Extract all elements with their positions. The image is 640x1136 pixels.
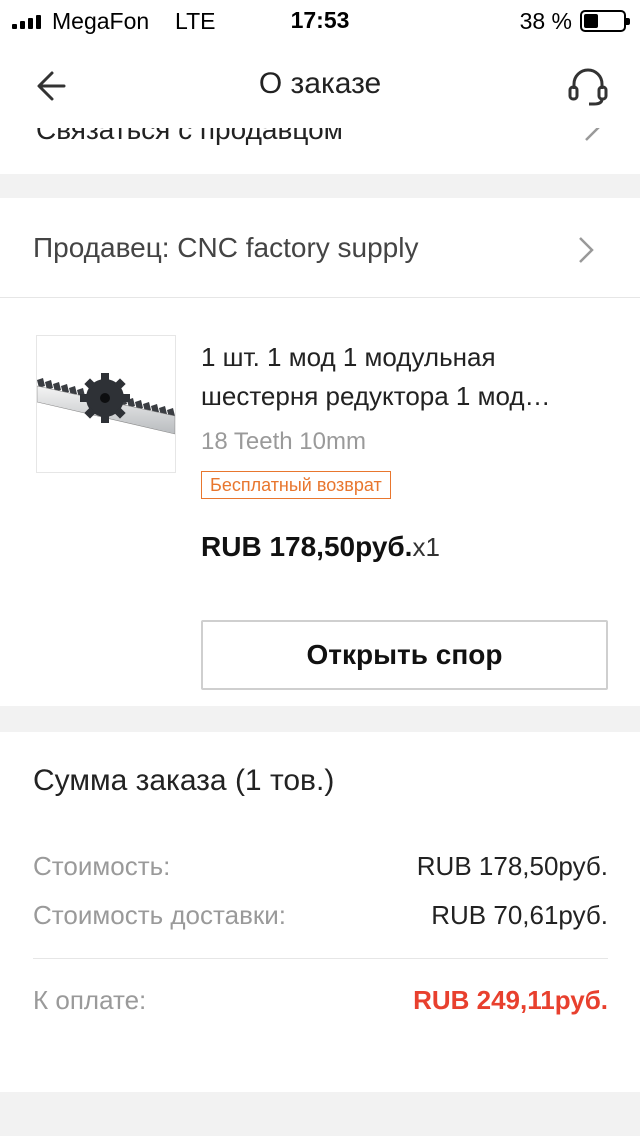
seller-name: Продавец: CNC factory supply xyxy=(33,232,419,263)
top-navigation-bar: О заказе xyxy=(0,42,640,128)
order-summary: Сумма заказа (1 тов.) Стоимость: RUB 178… xyxy=(0,732,640,1092)
battery-level xyxy=(584,14,599,28)
subtotal-row: Стоимость: RUB 178,50руб. xyxy=(33,851,608,891)
price-line: RUB 178,50руб.x1 xyxy=(201,531,440,563)
product-image[interactable] xyxy=(36,335,176,473)
product-title[interactable]: 1 шт. 1 мод 1 модульная шестерня редукто… xyxy=(201,338,611,416)
battery-percent: 38 % xyxy=(519,8,572,34)
subtotal-value: RUB 178,50руб. xyxy=(416,851,608,881)
shipping-row: Стоимость доставки: RUB 70,61руб. xyxy=(33,900,608,940)
open-dispute-button[interactable]: Открыть спор xyxy=(201,620,608,690)
product-quantity: x1 xyxy=(412,532,440,562)
status-bar: MegaFon LTE 17:53 38 % xyxy=(0,0,640,42)
summary-title: Сумма заказа (1 тов.) xyxy=(33,764,335,797)
total-label: К оплате: xyxy=(33,985,147,1015)
gear-rack-image xyxy=(36,373,176,435)
total-row: К оплате: RUB 249,11руб. xyxy=(33,985,608,1025)
shipping-value: RUB 70,61руб. xyxy=(431,900,608,930)
shipping-label: Стоимость доставки: xyxy=(33,900,287,930)
subtotal-label: Стоимость: xyxy=(33,851,171,881)
chevron-right-icon xyxy=(579,237,594,263)
total-value: RUB 249,11руб. xyxy=(413,985,608,1015)
free-return-badge: Бесплатный возврат xyxy=(201,471,391,499)
order-item-card: Продавец: CNC factory supply 1 шт. 1 мод… xyxy=(0,198,640,706)
seller-row[interactable]: Продавец: CNC factory supply xyxy=(0,198,640,298)
battery-icon xyxy=(580,10,630,32)
divider xyxy=(33,958,608,959)
support-button[interactable] xyxy=(562,62,614,110)
product-price: RUB 178,50руб. xyxy=(201,531,413,562)
page-title: О заказе xyxy=(258,67,382,100)
product-sku: 18 Teeth 10mm xyxy=(201,428,366,455)
headset-icon xyxy=(568,68,608,106)
